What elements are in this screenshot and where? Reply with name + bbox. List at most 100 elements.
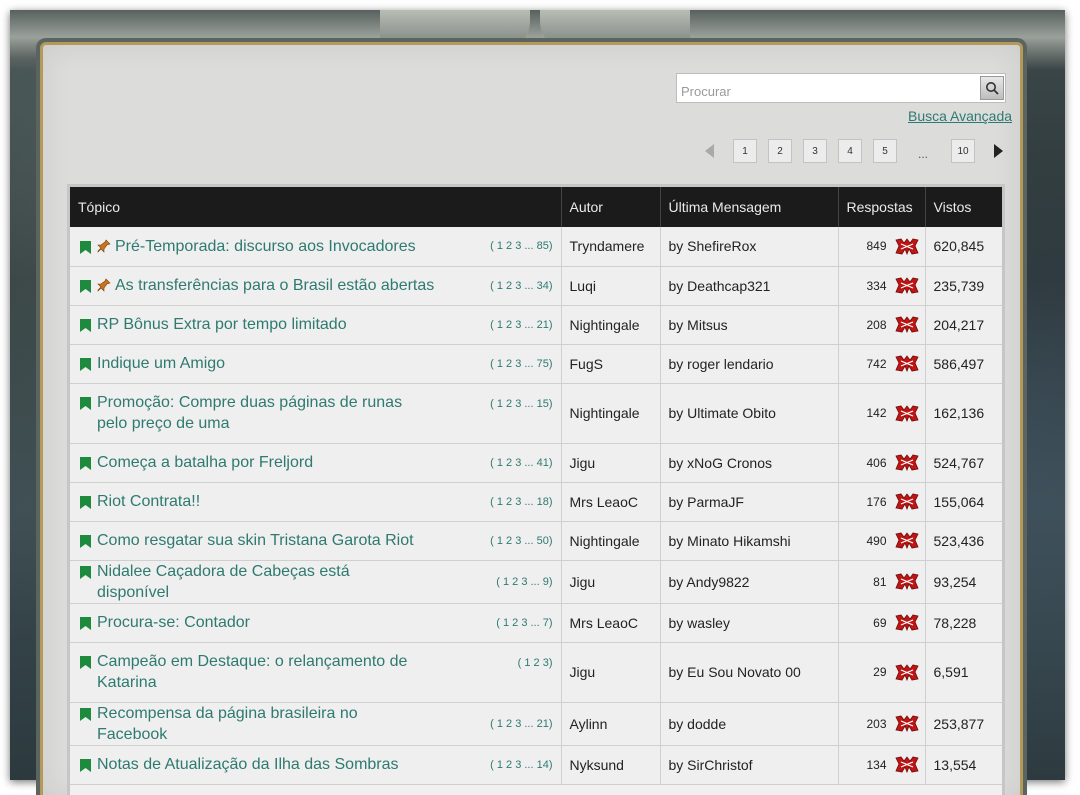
topic-title-link[interactable]: Pré-Temporada: discurso aos Invocadores — [115, 236, 416, 257]
views-cell: 204,217 — [925, 305, 1002, 345]
pagination-ellipsis: ... — [918, 147, 929, 161]
page-button-5[interactable]: 5 — [873, 139, 897, 163]
topic-title-link[interactable]: Riot Contrata!! — [97, 491, 200, 512]
column-last-post[interactable]: Última Mensagem — [660, 187, 839, 227]
column-replies[interactable]: Respostas — [838, 187, 926, 227]
last-post-cell[interactable]: by ShefireRox — [660, 227, 839, 267]
topic-pages-links[interactable]: ( 1 2 3 ... 15) — [490, 398, 552, 410]
author-cell[interactable]: Jigu — [561, 443, 661, 483]
page-button-3[interactable]: 3 — [803, 139, 827, 163]
author-cell[interactable]: Luqi — [561, 266, 661, 306]
author-cell[interactable]: Nightingale — [561, 305, 661, 345]
prev-page-icon[interactable] — [705, 144, 714, 158]
riot-badge-icon — [894, 355, 919, 372]
topic-title-link[interactable]: Nidalee Caçadora de Cabeças está disponí… — [97, 561, 417, 603]
search-input[interactable] — [677, 74, 979, 102]
page-button-4[interactable]: 4 — [838, 139, 862, 163]
author-cell[interactable]: Jigu — [561, 642, 661, 703]
table-row: Recompensa da página brasileira no Faceb… — [70, 702, 1002, 746]
reply-count: 69 — [873, 615, 887, 630]
views-cell: 13,554 — [925, 745, 1002, 785]
riot-badge-icon — [894, 663, 919, 681]
column-topic[interactable]: Tópico — [70, 187, 562, 227]
views-cell: 523,436 — [925, 521, 1002, 561]
author-cell[interactable]: Aylinn — [561, 702, 661, 746]
author-cell[interactable]: FugS — [561, 344, 661, 384]
reply-count: 134 — [866, 757, 887, 772]
last-post-cell[interactable]: by SirChristof — [660, 745, 839, 785]
author-cell[interactable]: Nyksund — [561, 745, 661, 785]
topic-title-link[interactable]: Procura-se: Contador — [97, 612, 250, 633]
last-post-cell[interactable]: by Ultimate Obito — [660, 383, 839, 444]
replies-cell: 176 — [838, 482, 926, 522]
topic-title-link[interactable]: Notas de Atualização da Ilha das Sombras — [97, 754, 399, 775]
last-post-cell[interactable]: by ParmaJF — [660, 482, 839, 522]
topic-title-link[interactable]: Campeão em Destaque: o relançamento de K… — [97, 651, 417, 693]
author-cell[interactable]: Jigu — [561, 560, 661, 604]
topic-title-link[interactable]: Promoção: Compre duas páginas de runas p… — [97, 392, 417, 434]
views-cell: 155,064 — [925, 482, 1002, 522]
replies-cell: 208 — [838, 305, 926, 345]
last-post-cell[interactable]: by roger lendario — [660, 344, 839, 384]
column-views[interactable]: Vistos — [925, 187, 1002, 227]
table-row: Procura-se: Contador ( 1 2 3 ... 7) Mrs Le… — [70, 603, 1002, 643]
topic-pages-links[interactable]: ( 1 2 3 ... 14) — [490, 759, 552, 771]
reply-count: 849 — [866, 239, 887, 254]
topic-pages-links[interactable]: ( 1 2 3 ... 41) — [490, 457, 552, 469]
topic-pages-links[interactable]: ( 1 2 3 ... 7) — [496, 617, 552, 629]
search-button[interactable] — [980, 76, 1004, 100]
search-box — [676, 73, 1006, 103]
last-post-cell[interactable]: by wasley — [660, 603, 839, 643]
topic-pages-links[interactable]: ( 1 2 3) — [518, 657, 553, 669]
table-row: Riot Contrata!! ( 1 2 3 ... 18) Mrs LeaoC b… — [70, 482, 1002, 522]
views-cell: 253,877 — [925, 702, 1002, 746]
page-button-2[interactable]: 2 — [768, 139, 792, 163]
next-page-icon[interactable] — [994, 144, 1003, 158]
topic-title-link[interactable]: RP Bônus Extra por tempo limitado — [97, 314, 347, 335]
topic-pages-links[interactable]: ( 1 2 3 ... 34) — [490, 280, 552, 292]
table-row: RP Bônus Extra por tempo limitado ( 1 2 3… — [70, 305, 1002, 345]
topic-pages-links[interactable]: ( 1 2 3 ... 21) — [490, 319, 552, 331]
topic-title-link[interactable]: Indique um Amigo — [97, 353, 225, 374]
topic-title-link[interactable]: Começa a batalha por Freljord — [97, 452, 313, 473]
last-post-cell[interactable]: by Eu Sou Novato 00 — [660, 642, 839, 703]
topic-pages-links[interactable]: ( 1 2 3 ... 18) — [490, 496, 552, 508]
author-cell[interactable]: Mrs LeaoC — [561, 482, 661, 522]
replies-cell: 742 — [838, 344, 926, 384]
topic-pages-links[interactable]: ( 1 2 3 ... 50) — [490, 535, 552, 547]
reply-count: 81 — [873, 574, 887, 589]
last-post-cell[interactable]: by Andy9822 — [660, 560, 839, 604]
topic-pages-links[interactable]: ( 1 2 3 ... 9) — [496, 576, 552, 588]
riot-badge-icon — [894, 573, 919, 590]
last-post-cell[interactable]: by xNoG Cronos — [660, 443, 839, 483]
author-cell[interactable]: Nightingale — [561, 521, 661, 561]
topic-title-link[interactable]: As transferências para o Brasil estão ab… — [115, 275, 434, 296]
author-cell[interactable]: Tryndamere — [561, 227, 661, 267]
table-row: Começa a batalha por Freljord ( 1 2 3 ...… — [70, 443, 1002, 483]
topics-table: Tópico Autor Última Mensagem Respostas V… — [70, 187, 1002, 785]
topic-cell: As transferências para o Brasil estão ab… — [70, 266, 562, 306]
topic-cell: Começa a batalha por Freljord ( 1 2 3 ...… — [70, 443, 562, 483]
advanced-search-link[interactable]: Busca Avançada — [908, 108, 1012, 124]
last-post-cell[interactable]: by dodde — [660, 702, 839, 746]
topic-pages-links[interactable]: ( 1 2 3 ... 75) — [490, 358, 552, 370]
page-button-1[interactable]: 1 — [733, 139, 757, 163]
page-button-last[interactable]: 10 — [951, 139, 975, 163]
topic-pages-links[interactable]: ( 1 2 3 ... 21) — [490, 718, 552, 730]
last-post-cell[interactable]: by Minato Hikamshi — [660, 521, 839, 561]
author-cell[interactable]: Mrs LeaoC — [561, 603, 661, 643]
topic-cell: Promoção: Compre duas páginas de runas p… — [70, 383, 562, 444]
replies-cell: 849 — [838, 227, 926, 267]
reply-count: 29 — [873, 665, 887, 679]
author-cell[interactable]: Nightingale — [561, 383, 661, 444]
column-author[interactable]: Autor — [561, 187, 661, 227]
topic-title-link[interactable]: Como resgatar sua skin Tristana Garota R… — [97, 530, 414, 551]
last-post-cell[interactable]: by Mitsus — [660, 305, 839, 345]
table-row: Nidalee Caçadora de Cabeças está disponí… — [70, 560, 1002, 604]
riot-badge-icon — [894, 238, 919, 255]
topic-cell: Pré-Temporada: discurso aos Invocadores (… — [70, 227, 562, 267]
topic-title-link[interactable]: Recompensa da página brasileira no Faceb… — [97, 703, 417, 745]
last-post-cell[interactable]: by Deathcap321 — [660, 266, 839, 306]
topic-pages-links[interactable]: ( 1 2 3 ... 85) — [490, 240, 552, 252]
reply-count: 742 — [866, 356, 887, 371]
